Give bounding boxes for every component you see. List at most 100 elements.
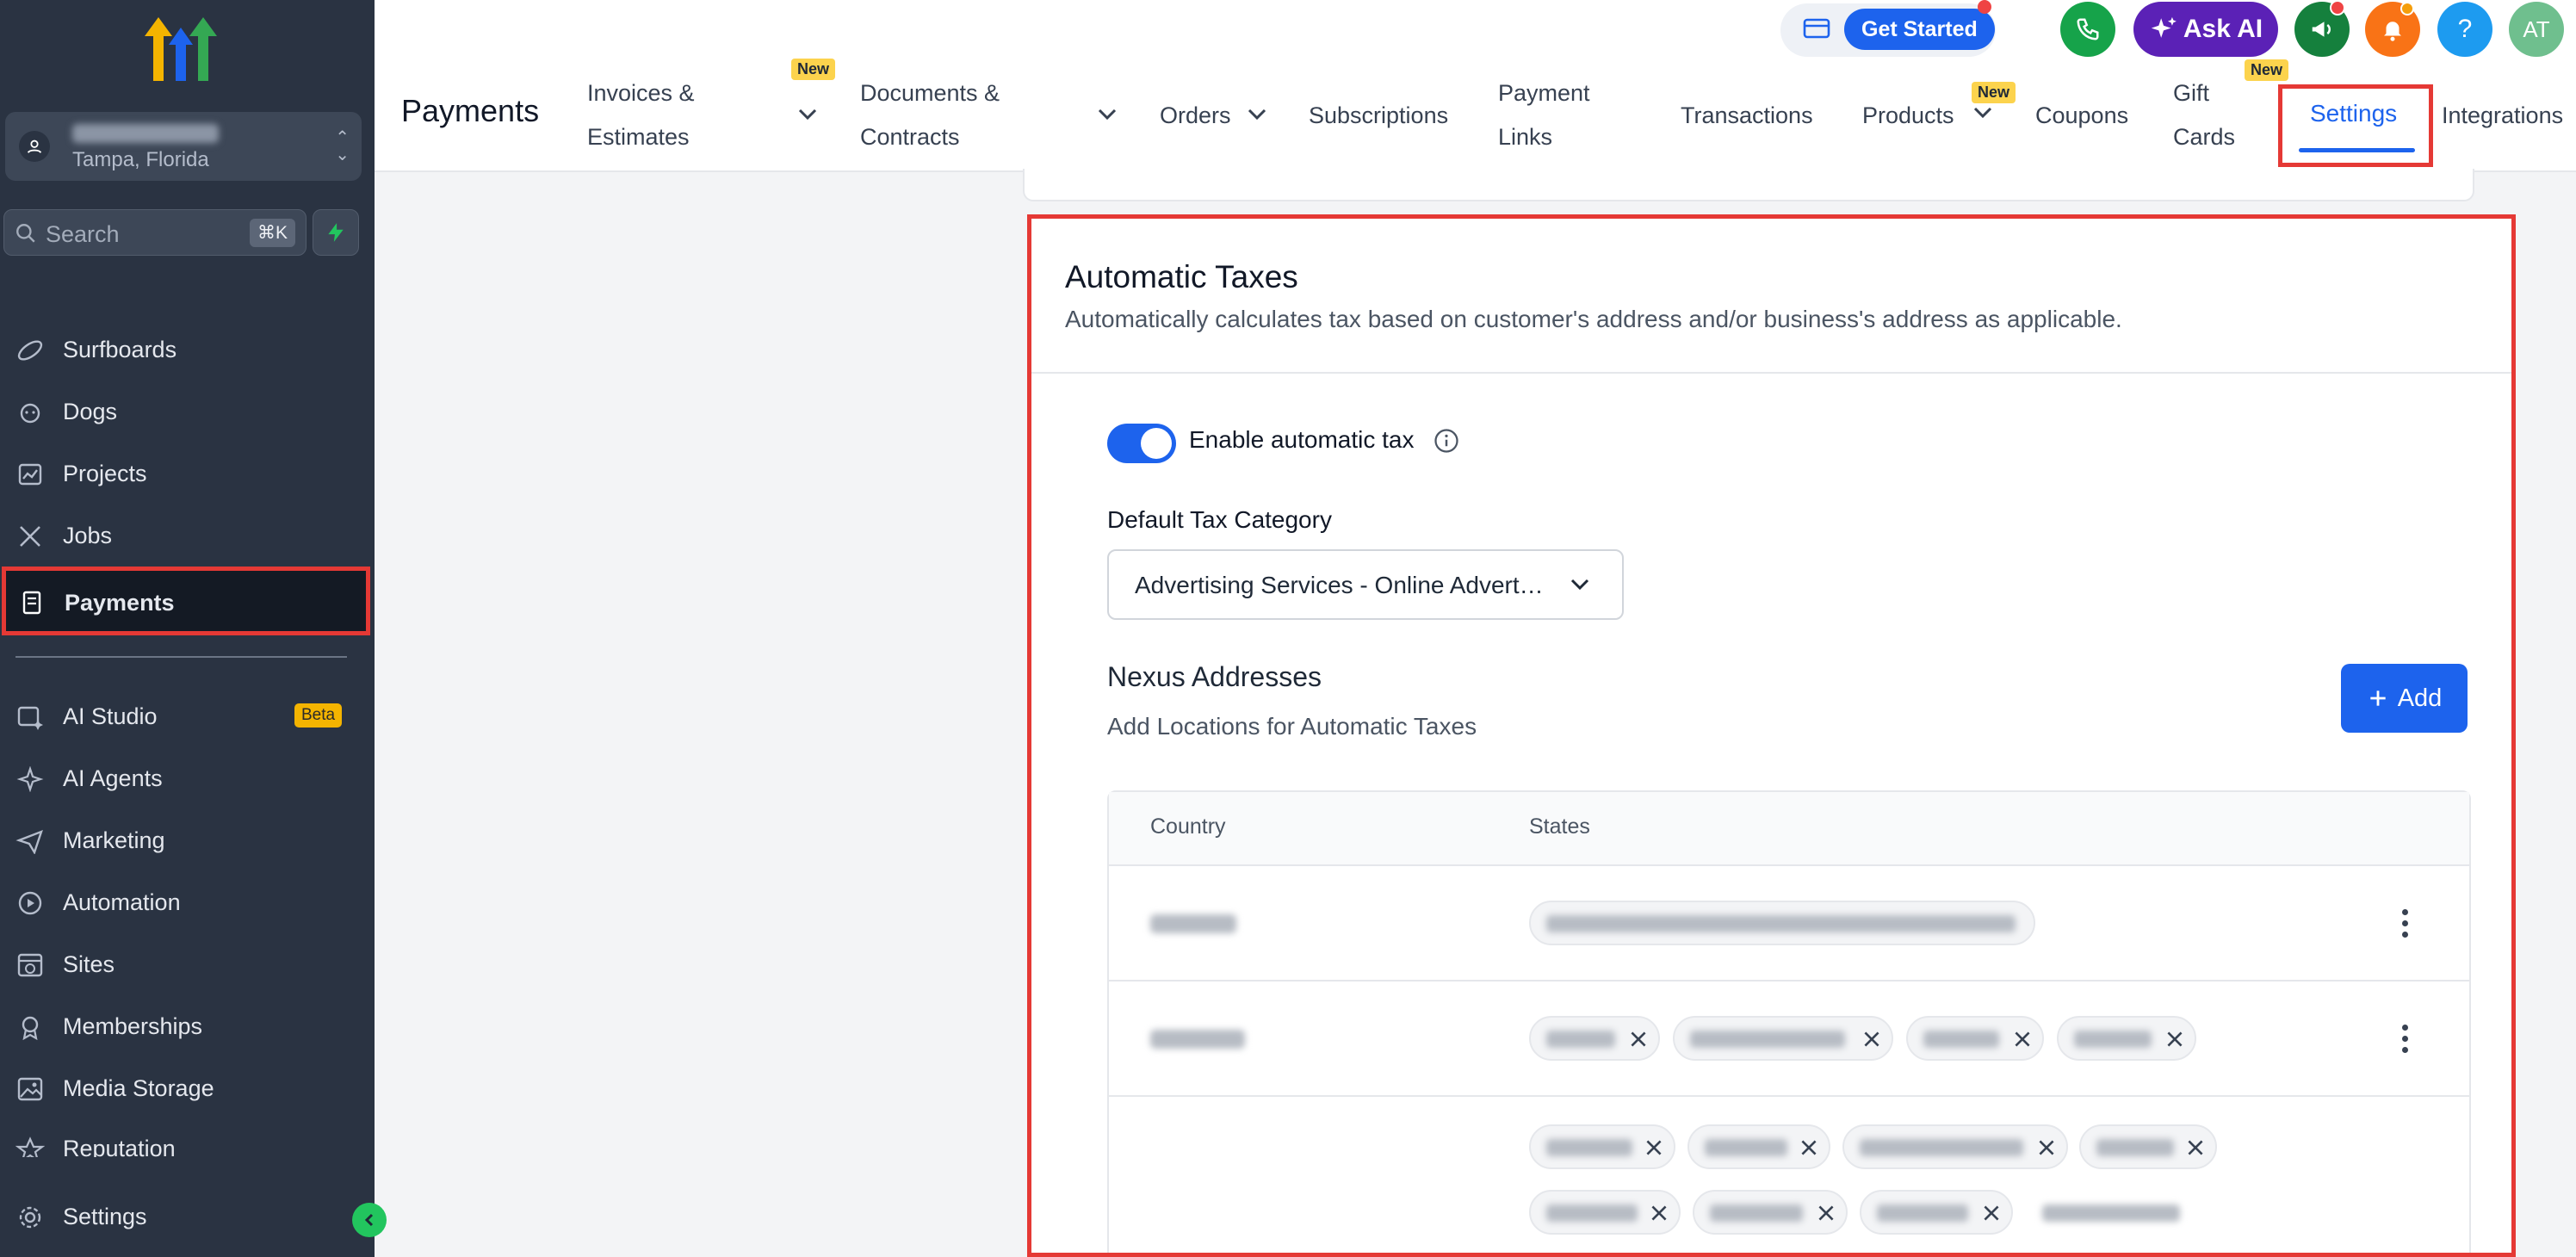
add-label: Add <box>2397 684 2443 712</box>
info-icon[interactable] <box>1434 428 1459 454</box>
sidebar-item-label: Settings <box>63 1204 147 1229</box>
table-header: Country States <box>1109 792 2469 866</box>
remove-icon[interactable] <box>1643 1136 1665 1159</box>
help-button[interactable]: ? <box>2437 2 2492 57</box>
remove-icon[interactable] <box>1648 1202 1670 1224</box>
sidebar-item-label: Sites <box>63 951 115 977</box>
sidebar-item-surfboards[interactable]: Surfboards <box>0 320 370 379</box>
chevron-left-icon <box>364 1213 374 1227</box>
sidebar-item-label: Media Storage <box>63 1075 214 1101</box>
add-nexus-button[interactable]: Add <box>2341 664 2468 733</box>
sidebar-item-automation[interactable]: Automation <box>0 873 370 932</box>
default-tax-category-select[interactable]: Advertising Services - Online Advertisin… <box>1107 549 1624 620</box>
remove-icon[interactable] <box>1861 1028 1883 1050</box>
state-chip[interactable] <box>2079 1124 2217 1169</box>
country-redacted <box>1150 914 1236 933</box>
tab-documents-contracts[interactable]: Documents & Contracts <box>860 71 1000 159</box>
quick-actions-button[interactable] <box>313 209 359 256</box>
sidebar-item-payments[interactable]: Payments <box>2 567 370 635</box>
state-chip[interactable] <box>1529 901 2035 945</box>
remove-icon[interactable] <box>1980 1202 2003 1224</box>
state-chip[interactable] <box>2057 1016 2196 1061</box>
state-chip[interactable] <box>1906 1016 2044 1061</box>
page-title: Payments <box>401 93 540 128</box>
sidebar-item-ai-agents[interactable]: AI Agents <box>0 749 370 808</box>
tab-label: Integrations <box>2442 102 2564 128</box>
tab-orders[interactable]: Orders <box>1160 94 1231 138</box>
nexus-subtitle: Add Locations for Automatic Taxes <box>1107 713 1477 740</box>
sidebar-item-media-storage[interactable]: Media Storage <box>0 1059 370 1118</box>
tab-label-line1: Gift <box>2173 80 2210 106</box>
sidebar-item-jobs[interactable]: Jobs <box>0 506 370 565</box>
tab-subscriptions[interactable]: Subscriptions <box>1309 94 1448 138</box>
tab-transactions[interactable]: Transactions <box>1681 94 1813 138</box>
chevron-down-icon[interactable] <box>1096 107 1118 122</box>
remove-icon[interactable] <box>2035 1136 2058 1159</box>
ask-ai-button[interactable]: Ask AI <box>2133 2 2278 57</box>
phone-button[interactable] <box>2060 2 2115 57</box>
gear-icon <box>19 1206 41 1229</box>
tab-integrations[interactable]: Integrations <box>2442 94 2563 138</box>
column-header-states: States <box>1529 814 1590 839</box>
get-started-button[interactable]: Get Started <box>1844 9 1995 50</box>
remove-icon[interactable] <box>1815 1202 1837 1224</box>
sidebar-item-memberships[interactable]: Memberships <box>0 997 370 1056</box>
tab-settings[interactable]: Settings <box>2310 100 2397 127</box>
tab-label-line1: Invoices & <box>587 80 695 106</box>
sidebar-item-label: Dogs <box>63 399 118 424</box>
chevron-down-icon[interactable] <box>1246 107 1268 122</box>
app-logo[interactable] <box>138 14 224 84</box>
sidebar-item-reputation[interactable]: Reputation <box>0 1119 370 1157</box>
nexus-title: Nexus Addresses <box>1107 661 1322 692</box>
tab-products[interactable]: Products <box>1862 94 1954 138</box>
table-row <box>1109 866 2469 981</box>
chevron-down-icon[interactable] <box>796 107 819 122</box>
sparkle-icon <box>2151 16 2177 38</box>
sidebar-item-settings[interactable]: Settings <box>0 1187 370 1246</box>
state-chip[interactable] <box>1529 1124 1675 1169</box>
divider <box>1031 372 2511 374</box>
tab-label-line1: Payment <box>1498 80 1590 106</box>
sidebar-collapse-button[interactable] <box>352 1203 387 1237</box>
state-chip[interactable] <box>1529 1016 1660 1061</box>
state-chip[interactable] <box>1687 1124 1830 1169</box>
state-chip[interactable] <box>1693 1190 1848 1235</box>
row-menu-icon[interactable] <box>2402 909 2409 943</box>
location-switcher[interactable]: Tampa, Florida ⌃ ⌄ <box>5 112 362 181</box>
send-icon <box>15 829 43 854</box>
remove-icon[interactable] <box>1798 1136 1820 1159</box>
automatic-taxes-card: Automatic Taxes Automatically calculates… <box>1027 214 2516 1257</box>
tab-invoices-estimates[interactable]: Invoices & Estimates <box>587 71 695 159</box>
sidebar-item-label: Reputation <box>63 1136 176 1157</box>
sidebar-item-marketing[interactable]: Marketing <box>0 811 370 870</box>
bell-icon <box>2384 22 2401 41</box>
search-shortcut: ⌘K <box>249 219 295 247</box>
state-chip[interactable] <box>1860 1190 2013 1235</box>
tab-gift-cards[interactable]: Gift Cards <box>2173 71 2235 159</box>
remove-icon[interactable] <box>1627 1028 1650 1050</box>
tab-payment-links[interactable]: Payment Links <box>1498 71 1590 159</box>
remove-icon[interactable] <box>2164 1028 2186 1050</box>
tab-label: Transactions <box>1681 102 1813 128</box>
chevron-down-icon[interactable] <box>1972 105 1994 121</box>
projects-icon <box>18 463 42 486</box>
state-chip[interactable] <box>1673 1016 1893 1061</box>
avatar-initials: AT <box>2523 15 2550 42</box>
sidebar-item-sites[interactable]: Sites <box>0 935 370 994</box>
search-input[interactable]: Search ⌘K <box>3 209 307 256</box>
remove-icon[interactable] <box>2184 1136 2207 1159</box>
tab-coupons[interactable]: Coupons <box>2035 94 2128 138</box>
state-chip[interactable] <box>2025 1190 2194 1235</box>
row-menu-icon[interactable] <box>2402 1025 2409 1058</box>
sidebar-item-dogs[interactable]: Dogs <box>0 382 370 441</box>
megaphone-icon <box>2312 22 2331 37</box>
remove-icon[interactable] <box>2011 1028 2034 1050</box>
state-chip[interactable] <box>1842 1124 2068 1169</box>
play-circle-icon <box>18 891 42 915</box>
image-icon <box>17 1077 43 1101</box>
enable-automatic-tax-toggle[interactable] <box>1107 424 1176 463</box>
avatar[interactable]: AT <box>2509 2 2564 57</box>
sidebar-item-projects[interactable]: Projects <box>0 444 370 503</box>
state-chip[interactable] <box>1529 1190 1681 1235</box>
sidebar-divider <box>15 656 347 658</box>
